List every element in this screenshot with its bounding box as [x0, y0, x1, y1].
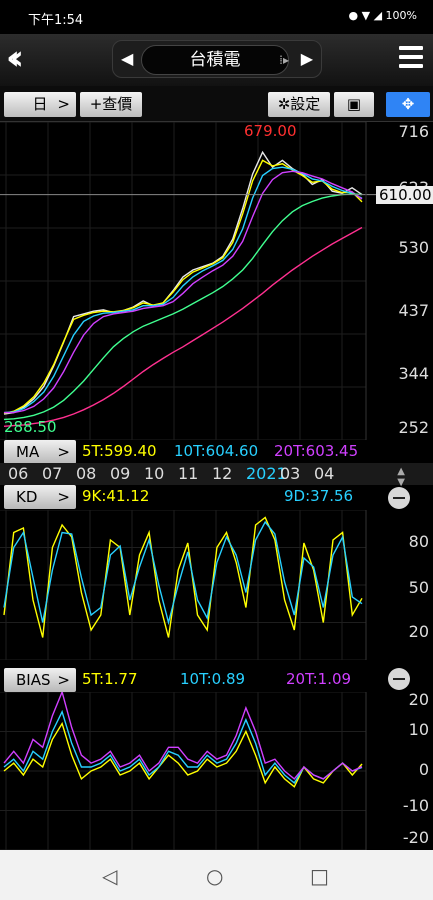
kd-chart[interactable] [0, 510, 433, 660]
series-line-20t [3, 692, 363, 780]
bias10-value: 10T:0.89 [180, 670, 246, 688]
bias-indicator-button[interactable]: BIAS > [4, 668, 76, 692]
bias-axis-minus20: -20 [402, 828, 429, 847]
axis-drag-handle-icon[interactable]: ▲ ▼ [397, 466, 405, 488]
nav-recents-icon[interactable]: □ [310, 864, 329, 888]
ma5-value: 5T:599.40 [82, 442, 157, 460]
top-bar: ‹‹ ◀ 台積電 ⁞▸ ▶ [0, 34, 433, 86]
bias-axis-0: 0 [418, 760, 429, 779]
bias-chart[interactable] [0, 692, 433, 850]
series-line-10t [3, 166, 363, 414]
prev-stock-icon[interactable]: ◀ [121, 49, 133, 68]
kd-label: KD [16, 488, 38, 506]
price-chart[interactable] [0, 122, 433, 440]
month-axis[interactable]: 06 07 08 09 10 11 12 2021 03 04 [0, 463, 433, 485]
kd-axis-80: 80 [408, 532, 429, 551]
nav-back-icon[interactable]: ◁ [102, 864, 117, 888]
period-button[interactable]: 日 > [4, 92, 76, 117]
stock-name[interactable]: 台積電 [141, 45, 289, 75]
month-label: 08 [76, 464, 97, 483]
price-axis-label-4: 437 [398, 301, 429, 320]
month-label: 03 [280, 464, 301, 483]
ma20-value: 20T:603.45 [274, 442, 359, 460]
battery-level: 100% [385, 9, 417, 22]
kd-axis-50: 50 [408, 578, 429, 597]
bias20-value: 20T:1.09 [286, 670, 352, 688]
d-value: 9D:37.56 [284, 487, 354, 505]
kd-axis-20: 20 [408, 622, 429, 641]
price-axis-label-5: 344 [398, 364, 429, 383]
price-axis-label-3: 530 [398, 238, 429, 257]
series-line-9d [3, 520, 363, 626]
series-line-120t [3, 226, 363, 427]
low-price-label: 288.50 [4, 418, 57, 436]
kd-indicator-button[interactable]: KD > [4, 485, 76, 509]
series-line-9k [3, 516, 363, 638]
series-line-20t [4, 170, 363, 414]
current-price-tag: 610.00 [376, 186, 433, 204]
month-label: 06 [8, 464, 29, 483]
month-label: 10 [144, 464, 165, 483]
add-price-button[interactable]: +查價 [80, 92, 142, 117]
price-axis-label-1: 716 [398, 122, 429, 141]
ma-label: MA [16, 443, 40, 461]
month-label: 04 [314, 464, 335, 483]
month-label: 12 [212, 464, 233, 483]
bias-axis-10: 10 [408, 720, 429, 739]
card-switch-icon[interactable]: ▣ [334, 92, 374, 117]
k-value: 9K:41.12 [82, 487, 150, 505]
chevron-right-icon: > [57, 95, 70, 113]
next-stock-icon[interactable]: ▶ [301, 49, 313, 68]
ma10-value: 10T:604.60 [174, 442, 259, 460]
high-price-label: 679.00 [244, 122, 297, 140]
period-label: 日 [32, 95, 48, 113]
month-label: 07 [42, 464, 63, 483]
bias-axis-minus10: -10 [402, 796, 429, 815]
system-nav-bar: ◁ ○ □ [0, 850, 433, 900]
settings-button[interactable]: ✲設定 [268, 92, 330, 117]
collapse-bias-icon[interactable] [388, 668, 410, 690]
status-bar: 下午1:54 ● ▼ ◢ 100% [0, 0, 433, 34]
menu-icon[interactable] [399, 46, 423, 70]
month-label: 11 [178, 464, 199, 483]
series-line-close [3, 150, 363, 415]
chart-toolbar: 日 > +查價 ✲設定 ▣ ✥ [0, 86, 433, 122]
back-icon[interactable]: ‹‹ [6, 41, 42, 76]
month-label: 09 [110, 464, 131, 483]
bias-label: BIAS [16, 671, 51, 689]
collapse-kd-icon[interactable] [388, 487, 410, 509]
bias5-value: 5T:1.77 [82, 670, 138, 688]
series-line-5t [3, 721, 363, 788]
status-time: 下午1:54 [28, 13, 84, 28]
stock-selector: ◀ 台積電 ⁞▸ ▶ [112, 40, 322, 78]
ma-indicator-button[interactable]: MA > [4, 440, 76, 464]
status-icons: ● ▼ ◢ 100% [348, 9, 417, 22]
price-axis-label-6: 252 [398, 418, 429, 437]
fullscreen-icon[interactable]: ✥ [386, 92, 430, 117]
nav-home-icon[interactable]: ○ [206, 864, 223, 888]
stock-list-icon[interactable]: ⁞▸ [279, 53, 289, 67]
bias-axis-20: 20 [408, 690, 429, 709]
